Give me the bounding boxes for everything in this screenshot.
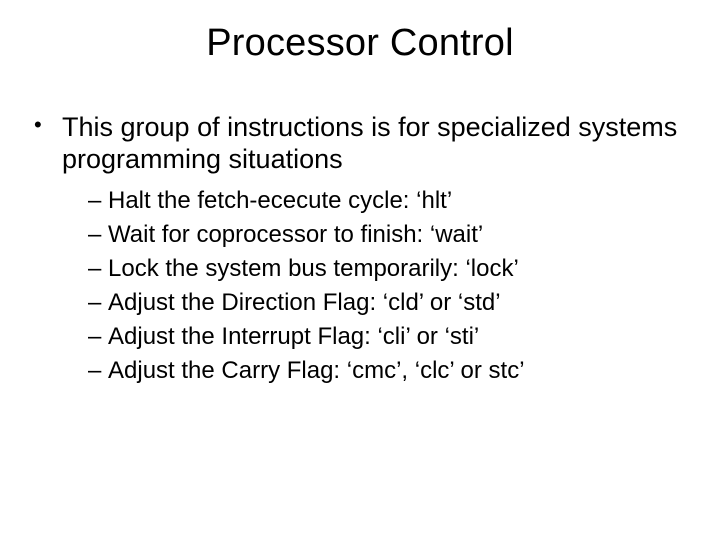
sub-bullet-list: Halt the fetch-ececute cycle: ‘hlt’ Wait… <box>62 186 686 386</box>
bullet-text: This group of instructions is for specia… <box>62 112 677 174</box>
sub-bullet-item: Halt the fetch-ececute cycle: ‘hlt’ <box>88 186 686 216</box>
sub-bullet-item: Adjust the Interrupt Flag: ‘cli’ or ‘sti… <box>88 322 686 352</box>
sub-bullet-item: Adjust the Carry Flag: ‘cmc’, ‘clc’ or s… <box>88 356 686 386</box>
sub-bullet-item: Lock the system bus temporarily: ‘lock’ <box>88 254 686 284</box>
sub-bullet-item: Adjust the Direction Flag: ‘cld’ or ‘std… <box>88 288 686 318</box>
bullet-item: This group of instructions is for specia… <box>34 111 686 386</box>
page-title: Processor Control <box>34 22 686 65</box>
slide: Processor Control This group of instruct… <box>0 0 720 540</box>
sub-bullet-item: Wait for coprocessor to finish: ‘wait’ <box>88 220 686 250</box>
bullet-list: This group of instructions is for specia… <box>34 111 686 386</box>
